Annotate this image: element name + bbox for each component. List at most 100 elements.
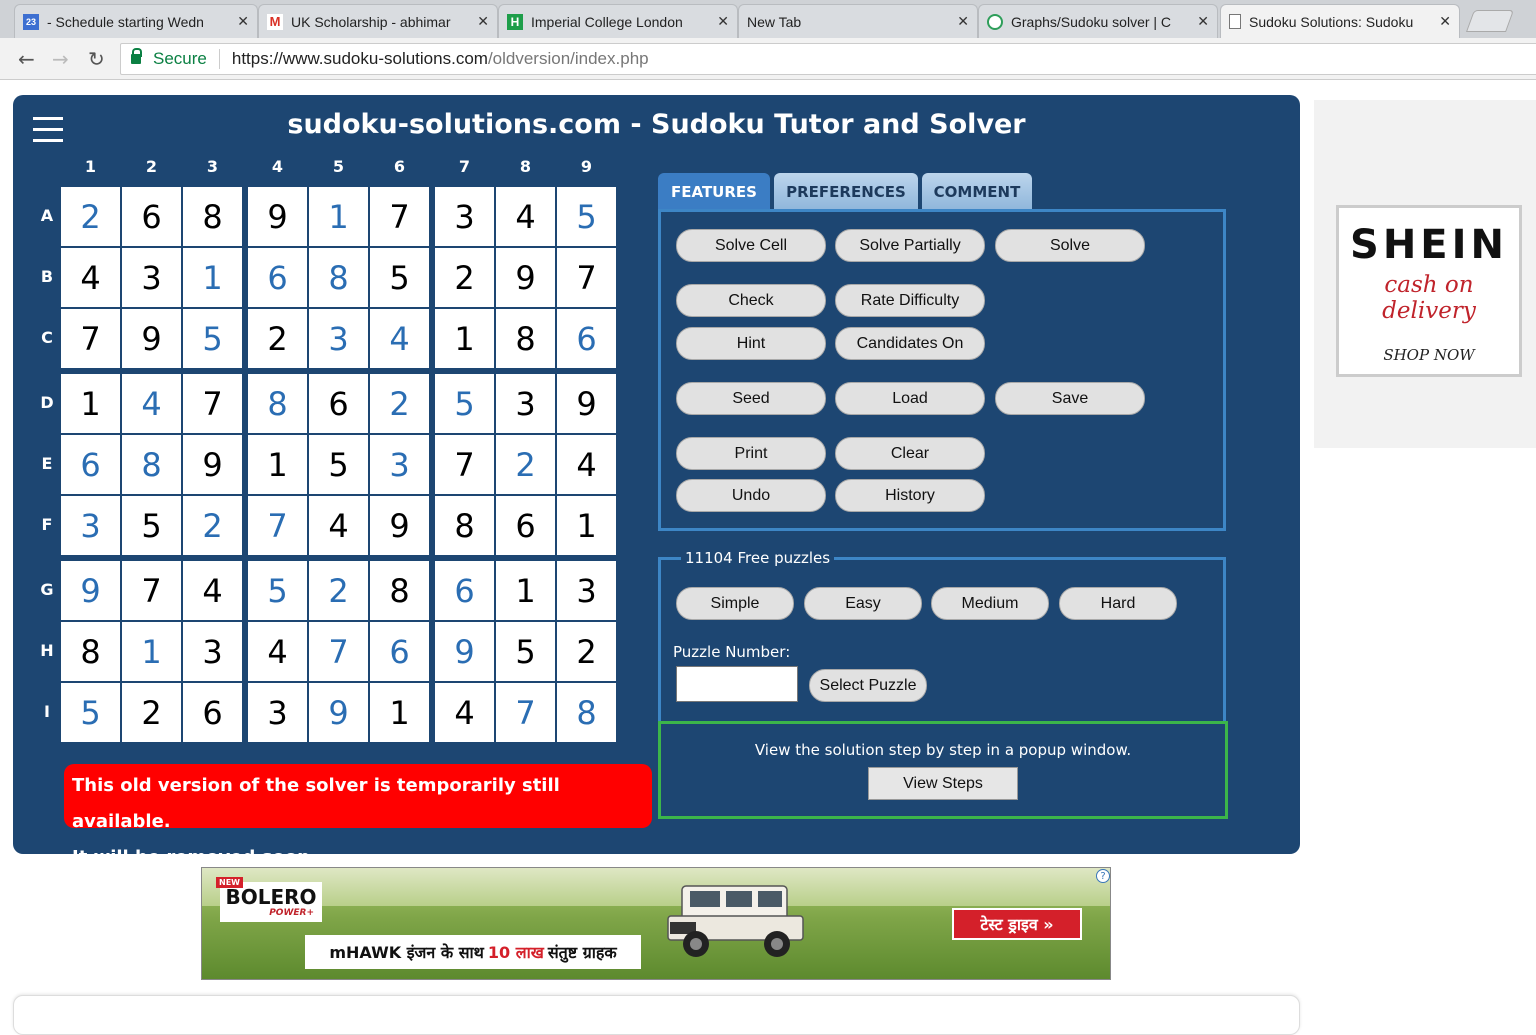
sudoku-cell-E3[interactable]: 9 (183, 435, 242, 494)
sudoku-cell-G7[interactable]: 6 (435, 561, 494, 620)
browser-tab-graphs[interactable]: Graphs/Sudoku solver | C ✕ (978, 4, 1218, 38)
sudoku-cell-I6[interactable]: 1 (370, 683, 429, 742)
sudoku-cell-I4[interactable]: 3 (248, 683, 307, 742)
sudoku-cell-D6[interactable]: 2 (370, 374, 429, 433)
bottom-advertisement[interactable]: BOLERO POWER+ NEW mHAWK इंजन के साथ 10 ल… (201, 867, 1111, 980)
sudoku-cell-D2[interactable]: 4 (122, 374, 181, 433)
sudoku-cell-H4[interactable]: 4 (248, 622, 307, 681)
sudoku-cell-A4[interactable]: 9 (248, 187, 307, 246)
sudoku-cell-C6[interactable]: 4 (370, 309, 429, 368)
hard-button[interactable]: Hard (1059, 587, 1177, 620)
close-tab-icon[interactable]: ✕ (1439, 13, 1451, 30)
sudoku-cell-I3[interactable]: 6 (183, 683, 242, 742)
sudoku-cell-A1[interactable]: 2 (61, 187, 120, 246)
view-steps-button[interactable]: View Steps (868, 767, 1018, 800)
sudoku-cell-H1[interactable]: 8 (61, 622, 120, 681)
sudoku-cell-A2[interactable]: 6 (122, 187, 181, 246)
sudoku-cell-I2[interactable]: 2 (122, 683, 181, 742)
sudoku-cell-C4[interactable]: 2 (248, 309, 307, 368)
url-input[interactable]: Secure https://www.sudoku-solutions.com /… (120, 43, 1536, 75)
sudoku-cell-A9[interactable]: 5 (557, 187, 616, 246)
sudoku-cell-F3[interactable]: 2 (183, 496, 242, 555)
sudoku-cell-E7[interactable]: 7 (435, 435, 494, 494)
sudoku-cell-H2[interactable]: 1 (122, 622, 181, 681)
test-drive-button[interactable]: टेस्ट ड्राइव » (952, 908, 1082, 940)
sudoku-cell-A3[interactable]: 8 (183, 187, 242, 246)
sudoku-cell-E4[interactable]: 1 (248, 435, 307, 494)
sudoku-cell-E8[interactable]: 2 (496, 435, 555, 494)
sudoku-cell-G5[interactable]: 2 (309, 561, 368, 620)
close-tab-icon[interactable]: ✕ (717, 13, 729, 30)
sudoku-cell-H9[interactable]: 2 (557, 622, 616, 681)
sudoku-cell-D8[interactable]: 3 (496, 374, 555, 433)
sudoku-cell-B7[interactable]: 2 (435, 248, 494, 307)
solve-cell-button[interactable]: Solve Cell (676, 229, 826, 262)
puzzle-number-input[interactable] (676, 666, 798, 702)
sudoku-cell-F7[interactable]: 8 (435, 496, 494, 555)
new-tab-button[interactable] (1465, 10, 1515, 32)
sudoku-cell-F2[interactable]: 5 (122, 496, 181, 555)
sudoku-cell-C1[interactable]: 7 (61, 309, 120, 368)
ad-cta[interactable]: SHOP NOW (1339, 346, 1519, 364)
close-tab-icon[interactable]: ✕ (237, 13, 249, 30)
load-button[interactable]: Load (835, 382, 985, 415)
tab-comment[interactable]: COMMENT (922, 173, 1032, 210)
sudoku-cell-B1[interactable]: 4 (61, 248, 120, 307)
clear-button[interactable]: Clear (835, 437, 985, 470)
side-advertisement[interactable]: SHEIN cash on delivery SHOP NOW (1314, 100, 1536, 448)
sudoku-cell-I1[interactable]: 5 (61, 683, 120, 742)
sudoku-cell-D1[interactable]: 1 (61, 374, 120, 433)
select-puzzle-button[interactable]: Select Puzzle (809, 669, 927, 702)
sudoku-cell-F5[interactable]: 4 (309, 496, 368, 555)
sudoku-cell-E2[interactable]: 8 (122, 435, 181, 494)
sudoku-cell-I5[interactable]: 9 (309, 683, 368, 742)
ad-info-icon[interactable]: ? (1096, 869, 1110, 883)
simple-button[interactable]: Simple (676, 587, 794, 620)
sudoku-cell-E9[interactable]: 4 (557, 435, 616, 494)
sudoku-cell-C5[interactable]: 3 (309, 309, 368, 368)
candidates-on-button[interactable]: Candidates On (835, 327, 985, 360)
sudoku-cell-G3[interactable]: 4 (183, 561, 242, 620)
sudoku-cell-G8[interactable]: 1 (496, 561, 555, 620)
sudoku-cell-B8[interactable]: 9 (496, 248, 555, 307)
sudoku-cell-I8[interactable]: 7 (496, 683, 555, 742)
forward-arrow-icon[interactable]: → (52, 47, 69, 71)
sudoku-cell-C3[interactable]: 5 (183, 309, 242, 368)
sudoku-cell-H6[interactable]: 6 (370, 622, 429, 681)
sudoku-cell-F8[interactable]: 6 (496, 496, 555, 555)
sudoku-cell-H8[interactable]: 5 (496, 622, 555, 681)
sudoku-cell-A7[interactable]: 3 (435, 187, 494, 246)
tab-features[interactable]: FEATURES (658, 173, 770, 210)
browser-tab-imperial[interactable]: H Imperial College London ✕ (498, 4, 738, 38)
rate-difficulty-button[interactable]: Rate Difficulty (835, 284, 985, 317)
sudoku-cell-H7[interactable]: 9 (435, 622, 494, 681)
browser-tab-calendar[interactable]: 23 - Schedule starting Wedn ✕ (14, 4, 258, 38)
browser-tab-newtab[interactable]: New Tab ✕ (738, 4, 978, 38)
sudoku-cell-I7[interactable]: 4 (435, 683, 494, 742)
sudoku-cell-C9[interactable]: 6 (557, 309, 616, 368)
close-tab-icon[interactable]: ✕ (477, 13, 489, 30)
sudoku-cell-H5[interactable]: 7 (309, 622, 368, 681)
sudoku-cell-B5[interactable]: 8 (309, 248, 368, 307)
sudoku-cell-I9[interactable]: 8 (557, 683, 616, 742)
solve-button[interactable]: Solve (995, 229, 1145, 262)
history-button[interactable]: History (835, 479, 985, 512)
shein-ad[interactable]: SHEIN cash on delivery SHOP NOW (1336, 205, 1522, 377)
sudoku-cell-E5[interactable]: 5 (309, 435, 368, 494)
sudoku-cell-G9[interactable]: 3 (557, 561, 616, 620)
sudoku-cell-C7[interactable]: 1 (435, 309, 494, 368)
sudoku-cell-D4[interactable]: 8 (248, 374, 307, 433)
sudoku-cell-D9[interactable]: 9 (557, 374, 616, 433)
sudoku-cell-F6[interactable]: 9 (370, 496, 429, 555)
undo-button[interactable]: Undo (676, 479, 826, 512)
sudoku-cell-B6[interactable]: 5 (370, 248, 429, 307)
sudoku-cell-A6[interactable]: 7 (370, 187, 429, 246)
sudoku-cell-G6[interactable]: 8 (370, 561, 429, 620)
sudoku-cell-C2[interactable]: 9 (122, 309, 181, 368)
sudoku-cell-G4[interactable]: 5 (248, 561, 307, 620)
sudoku-cell-B4[interactable]: 6 (248, 248, 307, 307)
browser-tab-sudoku[interactable]: Sudoku Solutions: Sudoku ✕ (1220, 4, 1460, 38)
close-tab-icon[interactable]: ✕ (957, 13, 969, 30)
browser-tab-gmail[interactable]: M UK Scholarship - abhimar ✕ (258, 4, 498, 38)
check-button[interactable]: Check (676, 284, 826, 317)
